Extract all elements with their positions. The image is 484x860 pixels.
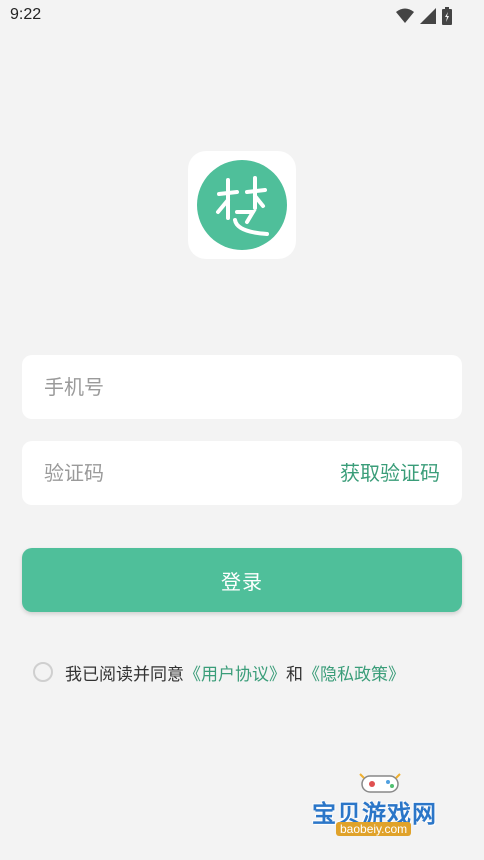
verification-code-input[interactable] bbox=[44, 441, 304, 505]
agreement-prefix: 我已阅读并同意 bbox=[65, 664, 184, 685]
logo-glyph-icon bbox=[216, 176, 269, 236]
watermark: 宝贝游戏网 baobeiy.com bbox=[306, 770, 456, 856]
user-agreement-link[interactable]: 《用户协议》 bbox=[184, 660, 286, 685]
phone-field bbox=[22, 355, 462, 419]
wifi-icon bbox=[396, 8, 414, 23]
logo-circle bbox=[197, 160, 287, 250]
gamepad-icon bbox=[359, 773, 401, 793]
status-time: 9:22 bbox=[10, 6, 42, 23]
status-icons bbox=[396, 6, 452, 26]
agreement-conjunction: 和 bbox=[286, 664, 303, 685]
get-code-button[interactable]: 获取验证码 bbox=[340, 441, 440, 505]
battery-icon bbox=[442, 7, 452, 25]
watermark-url: baobeiy.com bbox=[336, 822, 412, 836]
agreement-row: 我已阅读并同意 《用户协议》 和 《隐私政策》 bbox=[33, 659, 405, 685]
status-bar: 9:22 bbox=[0, 0, 484, 32]
login-button[interactable]: 登录 bbox=[22, 548, 462, 612]
privacy-policy-link[interactable]: 《隐私政策》 bbox=[303, 660, 405, 685]
verification-code-field: 获取验证码 bbox=[22, 441, 462, 505]
phone-input[interactable] bbox=[44, 355, 304, 419]
agreement-checkbox[interactable] bbox=[33, 662, 53, 682]
signal-icon bbox=[420, 8, 436, 24]
app-logo bbox=[188, 151, 296, 259]
